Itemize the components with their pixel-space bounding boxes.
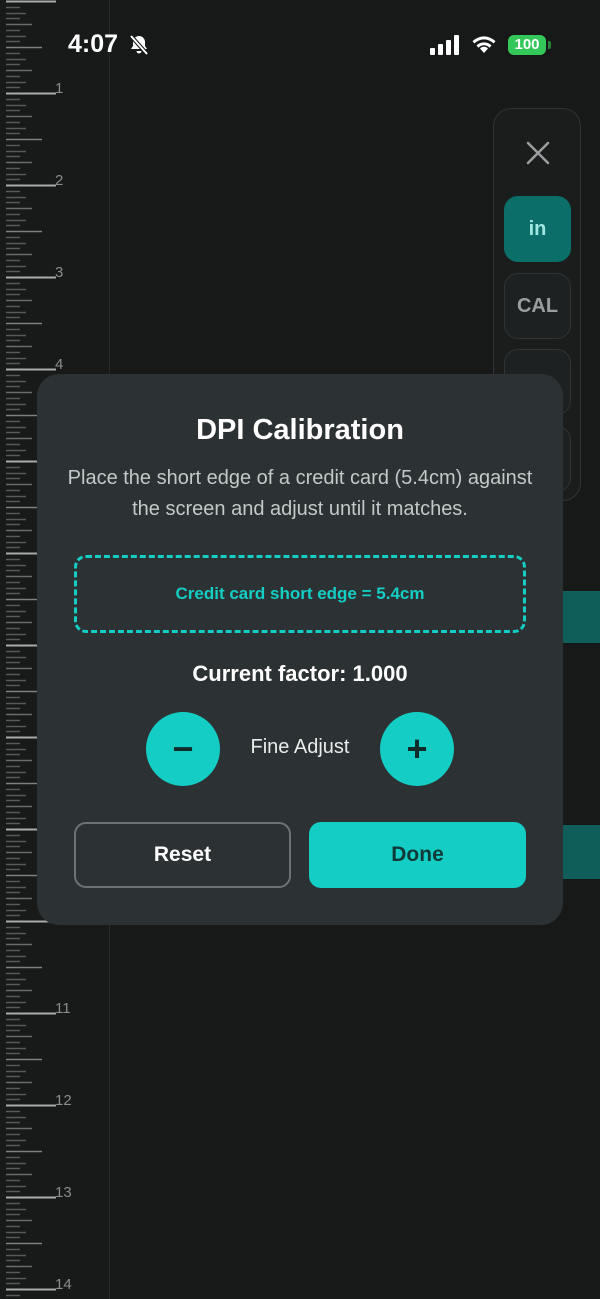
ruler-label-2: 2: [55, 172, 64, 189]
increase-button[interactable]: +: [380, 712, 454, 786]
done-button[interactable]: Done: [309, 822, 526, 888]
ruler-label-14: 14: [55, 1276, 72, 1293]
credit-card-reference-label: Credit card short edge = 5.4cm: [175, 584, 425, 603]
current-factor: Current factor: 1.000: [192, 661, 408, 686]
ruler-label-4: 4: [55, 356, 64, 373]
status-bar: 4:07 100: [0, 0, 600, 90]
ruler-label-12: 12: [55, 1092, 72, 1109]
app-screen: 1 2 3 4 11 12 13 14 4:07 100 in CAL DPI …: [0, 0, 600, 1299]
fine-adjust-label: Fine Adjust: [250, 736, 350, 758]
status-time: 4:07: [68, 30, 119, 58]
ruler-label-3: 3: [55, 264, 64, 281]
dialog-description: Place the short edge of a credit card (5…: [67, 467, 533, 520]
credit-card-reference: Credit card short edge = 5.4cm: [74, 555, 526, 633]
cellular-signal-icon: [430, 35, 459, 55]
ruler-label-13: 13: [55, 1184, 72, 1201]
wifi-icon: [472, 36, 496, 53]
reset-button[interactable]: Reset: [74, 822, 291, 888]
decrease-button[interactable]: −: [146, 712, 220, 786]
battery-cap: [548, 41, 551, 49]
calibration-dialog: DPI Calibration Place the short edge of …: [37, 374, 563, 925]
unit-toggle-button[interactable]: in: [504, 196, 571, 262]
bell-slash-icon: [129, 34, 149, 56]
dialog-title: DPI Calibration: [196, 414, 404, 446]
ruler-label-11: 11: [55, 1000, 71, 1017]
calibrate-button[interactable]: CAL: [504, 273, 571, 339]
battery-icon: 100: [508, 35, 546, 55]
close-icon[interactable]: [524, 139, 552, 167]
